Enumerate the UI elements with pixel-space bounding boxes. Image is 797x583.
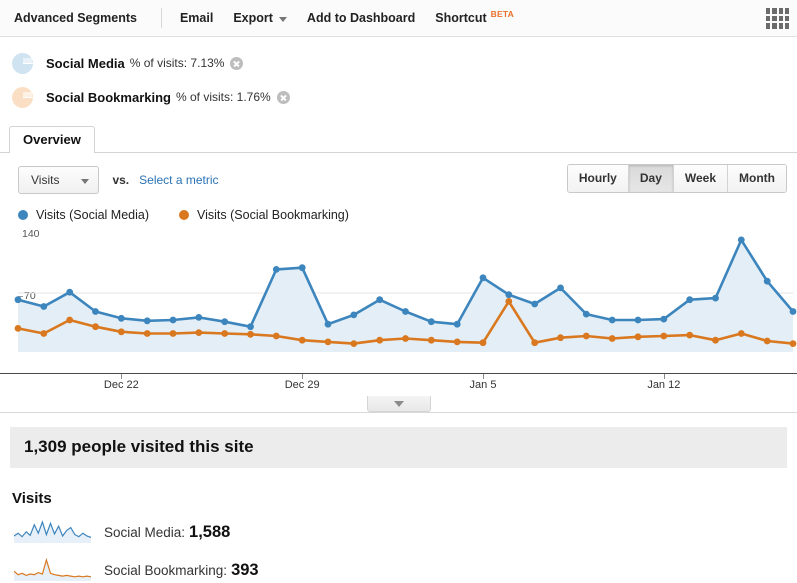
segment-row: Social Media % of visits: 7.13% — [12, 46, 797, 80]
collapse-chart-handle[interactable] — [366, 396, 431, 412]
granularity-week-button[interactable]: Week — [673, 165, 729, 192]
x-axis-label: Dec 22 — [103, 379, 139, 391]
advanced-segments-label: Advanced Segments — [14, 11, 137, 25]
x-axis-label: Jan 12 — [647, 379, 681, 391]
segment-remove-icon[interactable] — [276, 90, 290, 104]
metric-select[interactable]: Visits — [18, 166, 100, 194]
sparkline-row: Social Bookmarking: 393 — [0, 545, 797, 583]
segment-name: Social Media — [46, 55, 125, 71]
segment-name: Social Bookmarking — [46, 89, 171, 105]
sparkline-social-media — [14, 520, 91, 543]
segment-pie-icon — [12, 52, 33, 74]
legend-label: Visits (Social Bookmarking) — [197, 208, 349, 222]
tab-bar: Overview — [0, 126, 797, 153]
chart-controls: Visits vs. Select a metric Hourly Day We… — [0, 153, 797, 194]
segment-metric: % of visits: 7.13% — [129, 56, 225, 70]
chart-collapse-bar — [0, 396, 797, 413]
x-axis-label: Dec 29 — [284, 379, 320, 391]
visits-section-title: Visits — [12, 490, 52, 507]
shortcut-label: Shortcut — [435, 11, 487, 25]
tab-overview-label: Overview — [23, 132, 81, 147]
visits-line-chart: 140 70 — [0, 228, 797, 373]
toolbar-divider — [160, 8, 162, 28]
chart-legend: Visits (Social Media) Visits (Social Boo… — [0, 194, 797, 222]
x-axis: Dec 22 Dec 29 Jan 5 Jan 12 — [0, 373, 797, 396]
top-toolbar: Advanced Segments Email Export Add to Da… — [0, 0, 797, 37]
email-label: Email — [179, 11, 214, 25]
segment-row: Social Bookmarking % of visits: 1.76% — [12, 80, 797, 114]
sparkline-value: 393 — [231, 560, 259, 579]
legend-dot — [18, 210, 28, 220]
sparkline-social-bookmarking — [14, 557, 91, 581]
segment-metric: % of visits: 1.76% — [175, 90, 271, 104]
segment-list: Social Media % of visits: 7.13% Social B… — [0, 37, 797, 118]
segment-pie-icon — [12, 86, 33, 108]
legend-item-social-media[interactable]: Visits (Social Media) — [18, 208, 149, 222]
granularity-month-button[interactable]: Month — [728, 165, 786, 192]
granularity-hourly-button[interactable]: Hourly — [567, 165, 629, 192]
chart-plot-area — [14, 236, 797, 352]
metric-select-label: Visits — [31, 173, 60, 187]
x-axis-label: Jan 5 — [469, 379, 497, 391]
sparkline-value: 1,588 — [189, 522, 231, 541]
granularity-day-button[interactable]: Day — [628, 165, 674, 192]
grid-icon[interactable] — [766, 8, 789, 29]
add-to-dashboard-button[interactable]: Add to Dashboard — [307, 11, 415, 25]
chevron-down-icon — [81, 178, 90, 184]
tab-overview[interactable]: Overview — [9, 126, 95, 153]
email-button[interactable]: Email — [180, 11, 213, 25]
sparkline-row: Social Media: 1,588 — [0, 507, 797, 545]
export-button[interactable]: Export — [233, 11, 287, 25]
granularity-button-group: Hourly Day Week Month — [566, 164, 787, 193]
advanced-segments-button[interactable]: Advanced Segments — [14, 11, 137, 25]
legend-dot — [179, 210, 190, 220]
vs-label: vs. — [112, 173, 130, 187]
sparkline-label: Social Media: — [104, 524, 186, 540]
legend-item-social-bookmarking[interactable]: Visits (Social Bookmarking) — [179, 208, 349, 222]
shortcut-button[interactable]: Shortcut BETA — [435, 9, 514, 25]
export-label: Export — [233, 11, 273, 25]
segment-remove-icon[interactable] — [230, 56, 244, 70]
sparkline-label: Social Bookmarking: — [104, 562, 228, 578]
summary-headline: 1,309 people visited this site — [10, 427, 787, 468]
legend-label: Visits (Social Media) — [36, 208, 150, 222]
select-metric-link[interactable]: Select a metric — [139, 173, 218, 187]
add-to-dashboard-label: Add to Dashboard — [306, 11, 416, 25]
beta-badge: BETA — [490, 9, 514, 19]
chevron-down-icon — [278, 16, 287, 22]
